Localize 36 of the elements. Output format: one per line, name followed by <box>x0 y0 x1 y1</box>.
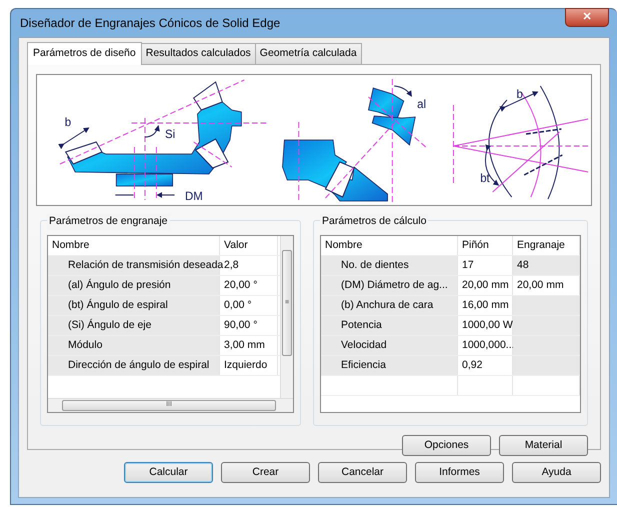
push-button[interactable]: Opciones <box>402 435 491 456</box>
tab[interactable]: Parámetros de diseño <box>27 42 142 65</box>
property-value[interactable]: 0,00 ° <box>220 296 278 315</box>
property-name: Dirección de ángulo de espiral <box>48 356 220 375</box>
diagram-label: b <box>64 116 72 130</box>
property-name: (b) Anchura de cara <box>321 296 458 315</box>
tab[interactable]: Geometría calculada <box>254 43 362 64</box>
diagram-label: DM <box>185 190 203 204</box>
property-name: (Si) Ángulo de eje <box>48 316 220 335</box>
window-title: Diseñador de Engranajes Cónicos de Solid Edge <box>19 15 280 32</box>
property-name: Velocidad <box>321 336 458 355</box>
push-button[interactable]: Cancelar <box>318 462 407 483</box>
diagram-label: al <box>417 98 426 112</box>
property-name: (DM) Diámetro de ag... <box>321 276 458 295</box>
diagram-label: bt <box>480 172 490 186</box>
property-value[interactable]: 90,00 ° <box>220 316 278 335</box>
property-name: (al) Ángulo de presión <box>48 276 220 295</box>
property-value[interactable]: Izquierdo <box>220 356 278 375</box>
diagram-label: Si <box>165 128 176 142</box>
property-name: Módulo <box>48 336 220 355</box>
property-name: (bt) Ángulo de espiral <box>48 296 220 315</box>
diagram-label: b <box>516 88 523 102</box>
push-button[interactable]: Ayuda <box>512 462 601 483</box>
property-value[interactable]: 20,00 mm <box>513 276 580 295</box>
property-value[interactable]: 20,00 mm <box>458 276 513 295</box>
push-button[interactable]: Material <box>499 435 588 456</box>
tab[interactable]: Resultados calculados <box>140 43 256 64</box>
push-button[interactable]: Calcular <box>124 462 213 483</box>
push-button[interactable]: Informes <box>415 462 504 483</box>
property-value[interactable]: 20,00 ° <box>220 276 278 295</box>
property-name: Eficiencia <box>321 356 458 375</box>
push-button[interactable]: Crear <box>221 462 310 483</box>
property-name: No. de dientes <box>321 256 458 275</box>
property-name: Potencia <box>321 316 458 335</box>
property-value: 48 <box>513 256 580 275</box>
property-value[interactable]: 3,00 mm <box>220 336 278 355</box>
